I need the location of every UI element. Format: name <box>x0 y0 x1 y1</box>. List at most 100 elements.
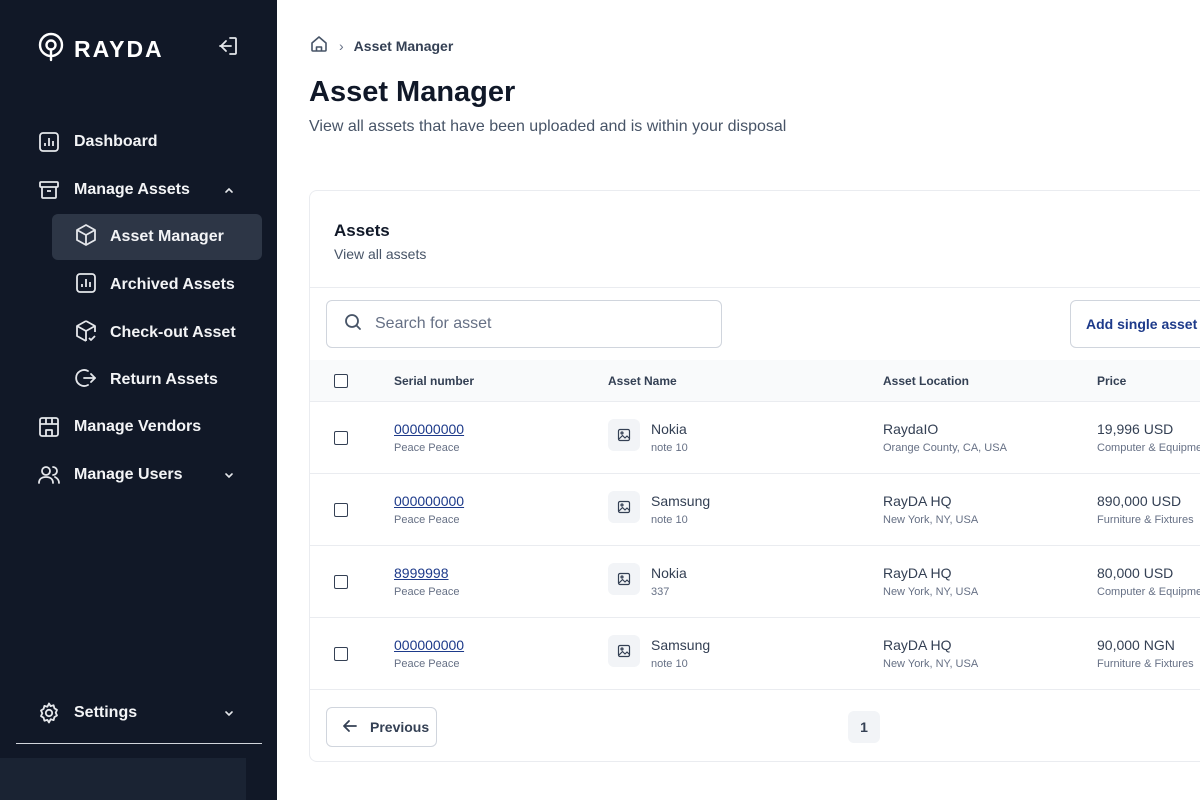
breadcrumb-current[interactable]: Asset Manager <box>354 38 454 54</box>
asset-location: RayDA HQ <box>883 637 952 653</box>
asset-name: Nokia <box>651 565 687 581</box>
cube-check-icon <box>74 319 98 348</box>
image-placeholder-icon <box>608 635 640 667</box>
select-all-checkbox[interactable] <box>334 374 348 388</box>
card-subtitle: View all assets <box>334 246 427 262</box>
asset-name: Nokia <box>651 421 687 437</box>
table-row[interactable]: 8999998 Peace Peace Nokia 337 RayDA HQ N… <box>310 546 1200 618</box>
add-single-asset-button[interactable]: Add single asset <box>1070 300 1200 348</box>
sidebar: RAYDA Dashboard Manage Assets Asset Mana… <box>0 0 277 800</box>
sidebar-item-label: Check-out Asset <box>110 324 236 341</box>
sidebar-divider <box>16 743 262 744</box>
asset-category: Computer & Equipme <box>1097 442 1200 454</box>
table-header: Serial number Asset Name Asset Location … <box>310 360 1200 402</box>
logout-arrow-icon <box>216 34 240 63</box>
sidebar-item-label: Manage Vendors <box>74 418 202 435</box>
serial-number-link[interactable]: 8999998 <box>394 565 449 581</box>
chevron-down-icon[interactable] <box>221 467 237 483</box>
search-icon <box>343 312 363 337</box>
sidebar-subitem-return-assets[interactable]: Return Assets <box>52 357 262 403</box>
rayda-pin-icon <box>36 32 66 67</box>
serial-number-link[interactable]: 000000000 <box>394 637 464 653</box>
chevron-down-icon[interactable] <box>221 705 237 721</box>
table-row[interactable]: 000000000 Peace Peace Nokia note 10 Rayd… <box>310 402 1200 474</box>
asset-note: note 10 <box>651 442 688 454</box>
search-input[interactable] <box>375 315 695 333</box>
image-placeholder-icon <box>608 491 640 523</box>
asset-note: note 10 <box>651 658 688 670</box>
sidebar-item-manage-vendors[interactable]: Manage Vendors <box>36 405 201 449</box>
sidebar-item-label: Settings <box>74 704 138 721</box>
serial-number-link[interactable]: 000000000 <box>394 493 464 509</box>
breadcrumb-separator: › <box>339 37 344 54</box>
column-header-asset-name[interactable]: Asset Name <box>608 374 677 388</box>
asset-price: 90,000 NGN <box>1097 637 1175 653</box>
asset-name: Samsung <box>651 637 711 653</box>
asset-owner: Peace Peace <box>394 442 460 454</box>
sidebar-subitem-check-out-asset[interactable]: Check-out Asset <box>52 310 262 356</box>
sidebar-item-dashboard[interactable]: Dashboard <box>36 120 158 164</box>
asset-location: RaydaIO <box>883 421 939 437</box>
asset-price: 19,996 USD <box>1097 421 1174 437</box>
card-divider <box>310 287 1200 288</box>
asset-name: Samsung <box>651 493 711 509</box>
bar-chart-icon <box>74 271 98 300</box>
sidebar-item-label: Manage Assets <box>74 181 190 198</box>
search-box[interactable] <box>326 300 722 348</box>
brand-logo[interactable]: RAYDA <box>36 32 164 67</box>
sidebar-item-manage-assets[interactable]: Manage Assets <box>36 168 190 212</box>
sidebar-item-label: Manage Users <box>74 466 183 483</box>
row-checkbox[interactable] <box>334 575 348 589</box>
row-checkbox[interactable] <box>334 647 348 661</box>
archive-box-icon <box>36 177 62 203</box>
image-placeholder-icon <box>608 419 640 451</box>
asset-address: New York, NY, USA <box>883 658 979 670</box>
previous-page-button[interactable]: Previous <box>326 707 437 747</box>
asset-note: note 10 <box>651 514 688 526</box>
asset-owner: Peace Peace <box>394 586 460 598</box>
users-icon <box>36 462 62 488</box>
column-header-asset-location[interactable]: Asset Location <box>883 374 969 388</box>
main-content: › Asset Manager Asset Manager View all a… <box>277 0 1200 800</box>
home-icon[interactable] <box>309 34 329 57</box>
collapse-sidebar-button[interactable] <box>214 34 242 62</box>
row-checkbox[interactable] <box>334 503 348 517</box>
image-placeholder-icon <box>608 563 640 595</box>
gear-icon <box>36 700 62 726</box>
chevron-up-icon[interactable] <box>221 182 237 198</box>
sidebar-subitem-archived-assets[interactable]: Archived Assets <box>52 262 262 308</box>
asset-owner: Peace Peace <box>394 658 460 670</box>
table-row[interactable]: 000000000 Peace Peace Samsung note 10 Ra… <box>310 618 1200 690</box>
logout-icon <box>74 366 98 395</box>
page-subtitle: View all assets that have been uploaded … <box>309 118 787 135</box>
bar-chart-icon <box>36 129 62 155</box>
sidebar-item-settings[interactable]: Settings <box>36 691 137 735</box>
sidebar-subitem-asset-manager[interactable]: Asset Manager <box>52 214 262 260</box>
asset-address: Orange County, CA, USA <box>883 442 1007 454</box>
asset-category: Furniture & Fixtures <box>1097 658 1194 670</box>
sidebar-item-label: Return Assets <box>110 371 218 388</box>
asset-owner: Peace Peace <box>394 514 460 526</box>
sidebar-item-manage-users[interactable]: Manage Users <box>36 453 183 497</box>
asset-location: RayDA HQ <box>883 565 952 581</box>
column-header-price[interactable]: Price <box>1097 374 1126 388</box>
sidebar-footer <box>0 758 246 800</box>
store-icon <box>36 414 62 440</box>
cube-icon <box>74 223 98 252</box>
previous-label: Previous <box>370 719 430 735</box>
asset-price: 890,000 USD <box>1097 493 1182 509</box>
row-checkbox[interactable] <box>334 431 348 445</box>
asset-location: RayDA HQ <box>883 493 952 509</box>
column-header-serial[interactable]: Serial number <box>394 374 474 388</box>
sidebar-item-label: Archived Assets <box>110 276 235 293</box>
table-row[interactable]: 000000000 Peace Peace Samsung note 10 Ra… <box>310 474 1200 546</box>
page-number-current[interactable]: 1 <box>848 711 880 743</box>
arrow-left-icon <box>340 716 360 739</box>
page-title: Asset Manager <box>309 76 516 108</box>
sidebar-item-label: Asset Manager <box>110 228 224 245</box>
asset-category: Computer & Equipme <box>1097 586 1200 598</box>
serial-number-link[interactable]: 000000000 <box>394 421 464 437</box>
card-title: Assets <box>334 221 390 240</box>
asset-address: New York, NY, USA <box>883 514 979 526</box>
asset-note: 337 <box>651 586 670 598</box>
